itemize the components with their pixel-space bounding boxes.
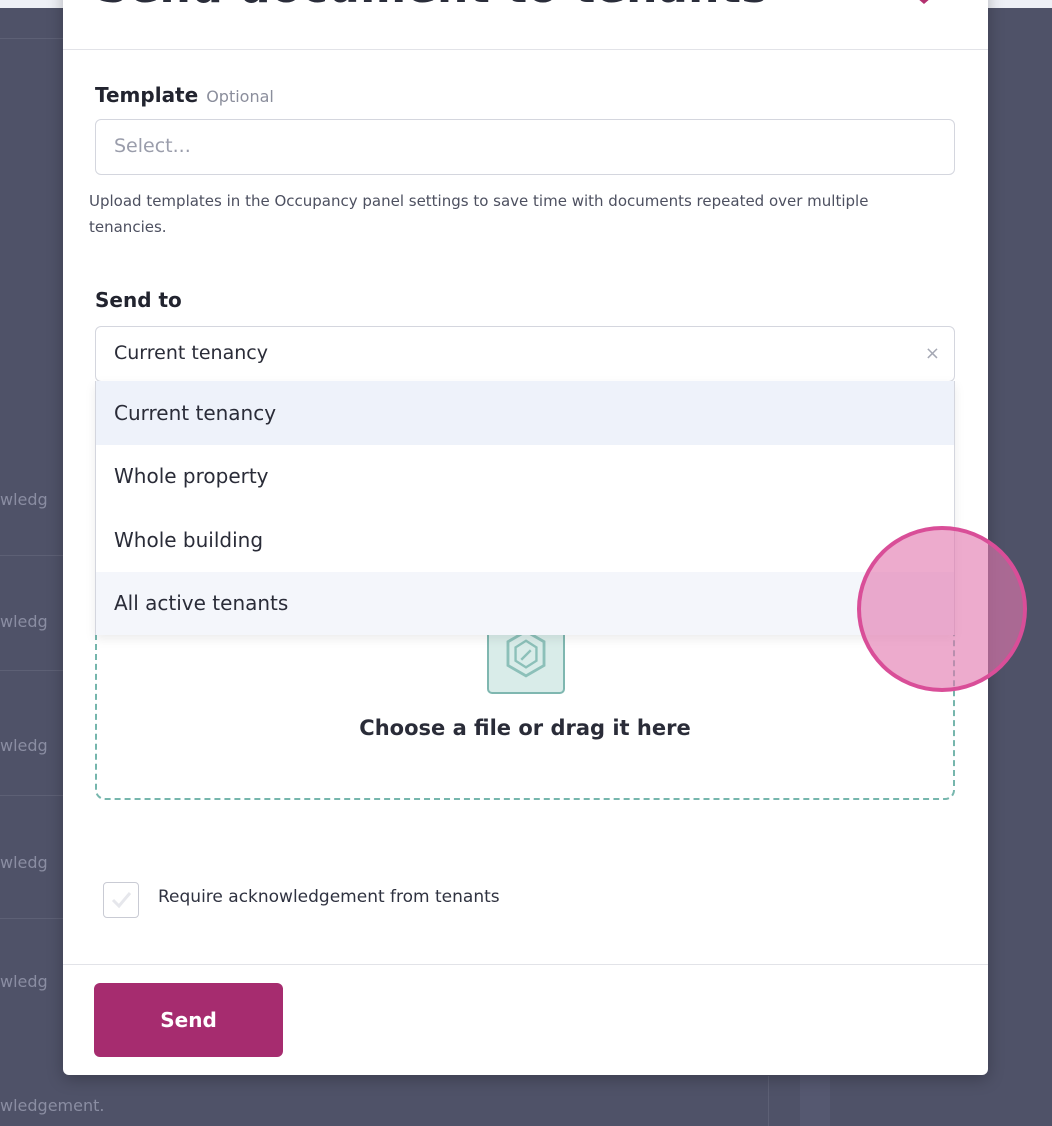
acknowledgement-checkbox[interactable] <box>103 882 139 918</box>
send-button[interactable]: Send <box>94 983 283 1057</box>
close-icon[interactable] <box>916 0 932 6</box>
background-divider <box>768 1076 769 1126</box>
clear-selection-icon[interactable]: × <box>925 343 940 364</box>
template-label-text: Template <box>95 83 199 107</box>
send-document-modal: Send document to tenants Template Optiona… <box>63 0 988 1075</box>
background-divider <box>0 918 64 919</box>
background-list: wledg wledg wledg wledg wledg <box>0 0 64 1126</box>
check-icon <box>111 892 132 909</box>
send-to-dropdown: Current tenancy Whole property Whole bui… <box>95 381 955 635</box>
click-indicator <box>857 526 1027 692</box>
background-row-text: wledg <box>0 736 48 755</box>
send-to-select[interactable]: Current tenancy × <box>95 326 955 382</box>
background-divider <box>0 555 64 556</box>
background-divider <box>0 38 64 39</box>
expand-icon[interactable] <box>817 0 827 2</box>
acknowledgement-label: Require acknowledgement from tenants <box>158 887 500 907</box>
optional-tag: Optional <box>206 87 274 106</box>
footer-divider <box>63 964 988 965</box>
background-divider <box>0 795 64 796</box>
template-label: Template Optional <box>95 83 274 107</box>
header-divider <box>63 49 988 50</box>
background-row-text: wledg <box>0 853 48 872</box>
option-whole-building[interactable]: Whole building <box>96 508 954 572</box>
template-helper-text: Upload templates in the Occupancy panel … <box>89 192 869 236</box>
background-divider <box>0 670 64 671</box>
background-bottom-text: wledgement. <box>0 1096 105 1115</box>
option-all-active-tenants[interactable]: All active tenants <box>96 571 954 635</box>
background-row-text: wledg <box>0 972 48 991</box>
background-row-text: wledg <box>0 612 48 631</box>
option-current-tenancy[interactable]: Current tenancy <box>96 381 954 445</box>
send-to-label: Send to <box>95 288 182 312</box>
background-row-text: wledg <box>0 490 48 509</box>
dropzone-text: Choose a file or drag it here <box>359 716 691 740</box>
send-to-value: Current tenancy <box>114 342 268 364</box>
template-select[interactable]: Select... <box>95 119 955 175</box>
modal-title: Send document to tenants <box>97 0 768 13</box>
option-whole-property[interactable]: Whole property <box>96 445 954 509</box>
template-select-placeholder: Select... <box>114 135 191 157</box>
